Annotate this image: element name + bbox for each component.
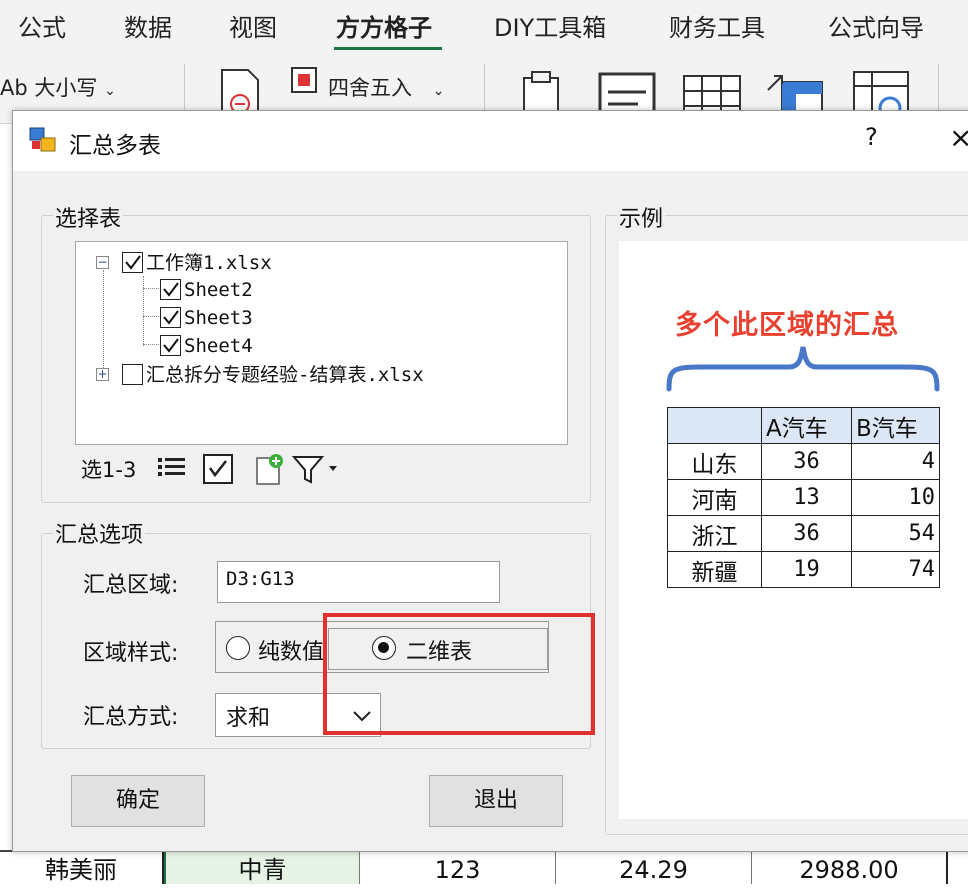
checkbox-checked-icon[interactable] xyxy=(160,335,181,356)
help-button[interactable]: ? xyxy=(865,123,878,151)
ribbon-separator xyxy=(938,64,939,116)
table-cell: 浙江 xyxy=(667,515,762,552)
table-header-cell: A汽车 xyxy=(761,407,852,444)
tree-item-sheet4[interactable]: Sheet4 xyxy=(160,333,253,358)
table-cell: 36 xyxy=(761,443,852,480)
example-legend: 示例 xyxy=(617,201,666,233)
checkbox-checked-icon[interactable] xyxy=(160,307,181,328)
round-icon xyxy=(290,66,320,100)
table-row: 浙江 36 54 xyxy=(667,515,940,552)
sheet-cell[interactable]: 123 xyxy=(360,852,556,884)
workbook-tree[interactable]: − 工作簿1.xlsx Sheet2 Sheet3 Sheet4 + 汇总拆分专… xyxy=(75,241,568,445)
table-row: 山东 36 4 xyxy=(667,443,940,480)
range-input[interactable]: D3:G13 xyxy=(217,561,500,603)
ribbon-separator xyxy=(484,64,485,116)
red-highlight-annotation xyxy=(323,613,595,735)
table-row: 河南 13 10 xyxy=(667,479,940,516)
ribbon-separator xyxy=(184,64,185,116)
table-cell: 新疆 xyxy=(667,551,762,588)
region-style-label: 区域样式: xyxy=(83,641,179,666)
radio-plain-values-label[interactable]: 纯数值 xyxy=(258,634,326,666)
example-panel: 多个此区域的汇总 A汽车 B汽车 山东 36 4 河南 13 10 浙江 36 xyxy=(619,241,968,819)
example-table: A汽车 B汽车 山东 36 4 河南 13 10 浙江 36 54 新疆 19 xyxy=(667,407,940,588)
sheet-cell[interactable]: 中青 xyxy=(164,852,360,884)
checkbox-unchecked-icon[interactable] xyxy=(122,364,143,385)
table-header-cell xyxy=(667,407,762,444)
tab-finance-tools[interactable]: 财务工具 xyxy=(669,8,765,43)
add-file-icon[interactable] xyxy=(251,452,287,490)
exit-button[interactable]: 退出 xyxy=(429,775,563,827)
table-cell: 河南 xyxy=(667,479,762,516)
table-cell: 74 xyxy=(851,551,940,588)
tab-diy-toolbox[interactable]: DIY工具箱 xyxy=(494,8,606,43)
tree-item-settlement-workbook[interactable]: 汇总拆分专题经验-结算表.xlsx xyxy=(122,362,424,387)
selection-count: 选1-3 xyxy=(81,458,137,482)
example-heading: 多个此区域的汇总 xyxy=(675,310,899,341)
sheet-cell[interactable]: 24.29 xyxy=(556,852,752,884)
table-cell: 54 xyxy=(851,515,940,552)
change-case-button[interactable]: Ab 大小写 ⌄ xyxy=(0,72,116,102)
table-cell: 36 xyxy=(761,515,852,552)
tree-item-workbook1[interactable]: 工作簿1.xlsx xyxy=(122,250,272,275)
sheet-left-edge xyxy=(0,124,12,850)
tab-data[interactable]: 数据 xyxy=(124,8,172,43)
method-label: 汇总方式: xyxy=(83,705,179,730)
summary-options-legend: 汇总选项 xyxy=(53,517,146,549)
table-cell: 4 xyxy=(851,443,940,480)
sheet-cell[interactable]: 韩美丽 xyxy=(0,852,164,884)
ribbon-tab-bar: 公式 数据 视图 方方格子 DIY工具箱 财务工具 公式向导 xyxy=(0,0,968,54)
table-cell: 19 xyxy=(761,551,852,588)
round-button[interactable]: 四舍五入 ⌄ xyxy=(328,72,444,102)
tab-formula-wizard[interactable]: 公式向导 xyxy=(828,8,924,43)
filter-icon[interactable] xyxy=(291,452,343,490)
expand-icon[interactable]: + xyxy=(96,368,109,381)
summarize-sheets-dialog: 汇总多表 ? × 选择表 − 工作簿1.xlsx Sheet2 Sheet3 S… xyxy=(12,110,968,852)
tree-toolbar: 选1-3 xyxy=(75,448,568,490)
range-label: 汇总区域: xyxy=(83,573,179,598)
sheet-cell[interactable]: 2988.00 xyxy=(752,852,948,884)
sheet-partial-row: 韩美丽 中青 123 24.29 2988.00 xyxy=(0,850,968,884)
tree-item-sheet3[interactable]: Sheet3 xyxy=(160,305,253,330)
tree-item-sheet2[interactable]: Sheet2 xyxy=(160,277,253,302)
checkbox-checked-icon[interactable] xyxy=(160,279,181,300)
curly-brace-icon xyxy=(666,346,940,392)
close-button[interactable]: × xyxy=(949,121,968,154)
table-cell: 13 xyxy=(761,479,852,516)
method-select-value: 求和 xyxy=(226,706,271,731)
table-cell: 山东 xyxy=(667,443,762,480)
collapse-icon[interactable]: − xyxy=(96,256,109,269)
table-header-cell: B汽车 xyxy=(851,407,940,444)
table-row: 新疆 19 74 xyxy=(667,551,940,588)
dialog-titlebar[interactable]: 汇总多表 ? × xyxy=(13,111,968,171)
ok-button[interactable]: 确定 xyxy=(71,775,205,827)
app-logo-icon xyxy=(29,127,57,157)
list-icon[interactable] xyxy=(155,452,189,488)
active-tab-indicator xyxy=(334,47,442,50)
dialog-title: 汇总多表 xyxy=(69,133,161,159)
radio-plain-values[interactable] xyxy=(226,636,250,660)
table-cell: 10 xyxy=(851,479,940,516)
select-sheets-legend: 选择表 xyxy=(53,201,124,233)
tab-formulas[interactable]: 公式 xyxy=(18,8,66,43)
checkbox-checked-icon[interactable] xyxy=(122,252,143,273)
check-all-icon[interactable] xyxy=(201,452,237,490)
tab-fangfanggezi[interactable]: 方方格子 xyxy=(336,8,432,43)
tab-view[interactable]: 视图 xyxy=(229,8,277,43)
